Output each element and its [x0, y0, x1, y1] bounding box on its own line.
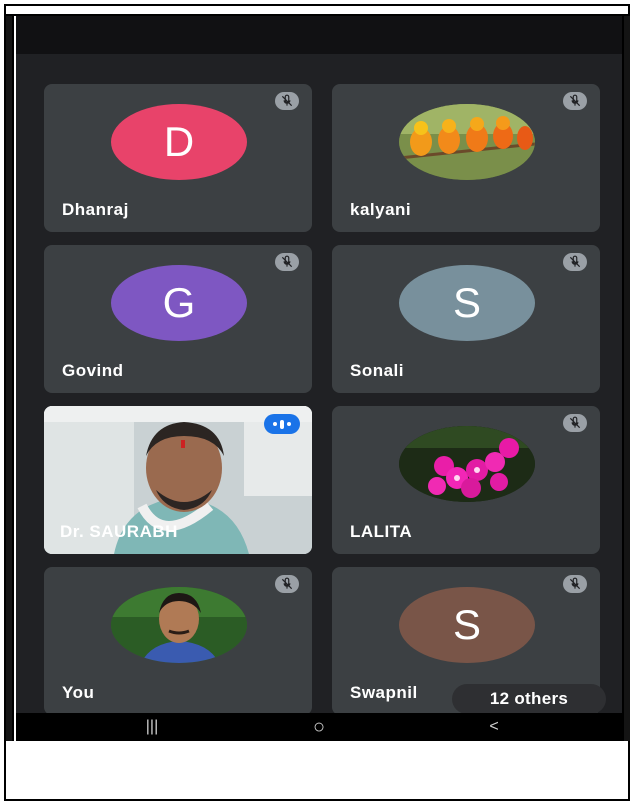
participant-name: Swapnil	[350, 683, 418, 702]
participant-tile-sonali[interactable]: S Sonali	[332, 245, 600, 393]
mic-off-icon	[275, 253, 299, 271]
status-bar	[16, 16, 622, 54]
avatar-sonali: S	[399, 265, 535, 341]
speaking-indicator-icon	[264, 414, 300, 434]
participant-name: You	[62, 683, 95, 702]
top-border	[4, 4, 630, 16]
participant-name: LALITA	[350, 522, 413, 541]
mic-off-icon	[563, 414, 587, 432]
mic-off-icon	[563, 253, 587, 271]
participant-name: Dhanraj	[62, 200, 129, 219]
right-bezel	[622, 16, 630, 741]
participant-tile-kalyani[interactable]: kalyani	[332, 84, 600, 232]
avatar-swapnil: S	[399, 587, 535, 663]
mic-off-icon	[275, 92, 299, 110]
avatar-govind: G	[111, 265, 247, 341]
mic-off-icon	[563, 92, 587, 110]
avatar-lalita-orchid-photo	[399, 426, 535, 502]
participant-tile-lalita[interactable]: LALITA	[332, 406, 600, 554]
home-button[interactable]: ○	[299, 716, 339, 738]
participant-name: Govind	[62, 361, 124, 380]
participant-name: Dr. SAURABH	[60, 522, 178, 541]
meeting-grid-screen: D Dhanraj kalyani G Govind S Sonali Dr. …	[16, 16, 622, 741]
participant-tile-govind[interactable]: G Govind	[44, 245, 312, 393]
left-bezel	[6, 16, 14, 741]
android-nav-bar: ||| ○ <	[16, 713, 622, 741]
participant-name: kalyani	[350, 200, 412, 219]
participant-tile-dhanraj[interactable]: D Dhanraj	[44, 84, 312, 232]
avatar-you-photo	[111, 587, 247, 663]
mic-off-icon	[563, 575, 587, 593]
back-button[interactable]: <	[474, 716, 514, 738]
participant-tile-dr-saurabh-video[interactable]: Dr. SAURABH	[44, 406, 312, 554]
recents-button[interactable]: |||	[132, 716, 172, 738]
participant-tile-you[interactable]: You	[44, 567, 312, 715]
avatar-dhanraj: D	[111, 104, 247, 180]
participant-name: Sonali	[350, 361, 405, 380]
avatar-kalyani-parrots-photo	[399, 104, 535, 180]
mic-off-icon	[275, 575, 299, 593]
others-count-chip[interactable]: 12 others	[452, 684, 606, 714]
